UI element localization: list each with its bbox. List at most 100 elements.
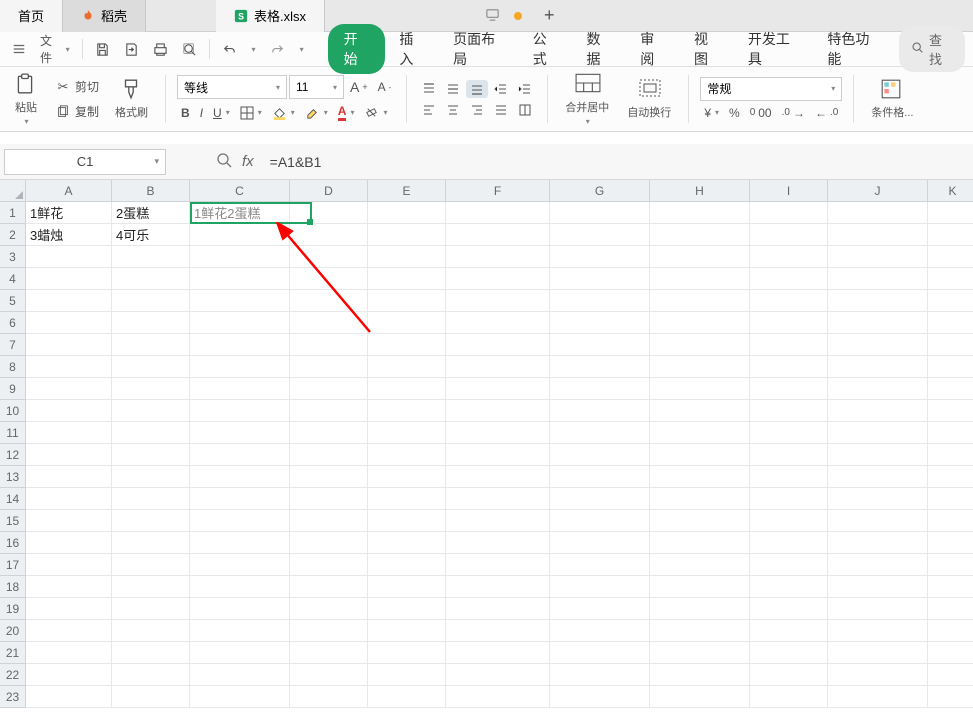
cell-F22[interactable] — [446, 664, 550, 686]
cell-G15[interactable] — [550, 510, 650, 532]
cell-I1[interactable] — [750, 202, 828, 224]
cell-I15[interactable] — [750, 510, 828, 532]
cell-C16[interactable] — [190, 532, 290, 554]
cell-K6[interactable] — [928, 312, 973, 334]
cell-A7[interactable] — [26, 334, 112, 356]
cell-D11[interactable] — [290, 422, 368, 444]
align-center-button[interactable] — [442, 101, 464, 119]
cell-E16[interactable] — [368, 532, 446, 554]
save-button[interactable] — [91, 39, 114, 60]
cell-J9[interactable] — [828, 378, 928, 400]
cell-D8[interactable] — [290, 356, 368, 378]
cell-B7[interactable] — [112, 334, 190, 356]
cell-J20[interactable] — [828, 620, 928, 642]
row-header-10[interactable]: 10 — [0, 400, 26, 422]
cell-I10[interactable] — [750, 400, 828, 422]
cell-J12[interactable] — [828, 444, 928, 466]
cell-E9[interactable] — [368, 378, 446, 400]
cell-H20[interactable] — [650, 620, 750, 642]
cell-F14[interactable] — [446, 488, 550, 510]
row-header-14[interactable]: 14 — [0, 488, 26, 510]
search-box[interactable]: 查找 — [899, 26, 965, 72]
cell-I3[interactable] — [750, 246, 828, 268]
row-header-13[interactable]: 13 — [0, 466, 26, 488]
cell-G18[interactable] — [550, 576, 650, 598]
cell-J23[interactable] — [828, 686, 928, 708]
cell-E12[interactable] — [368, 444, 446, 466]
cell-A13[interactable] — [26, 466, 112, 488]
cell-G10[interactable] — [550, 400, 650, 422]
print-preview-button[interactable] — [178, 39, 201, 60]
cell-F10[interactable] — [446, 400, 550, 422]
cell-J8[interactable] — [828, 356, 928, 378]
cell-G17[interactable] — [550, 554, 650, 576]
highlight-button[interactable]: ▾ — [301, 103, 332, 122]
cell-J17[interactable] — [828, 554, 928, 576]
row-header-16[interactable]: 16 — [0, 532, 26, 554]
column-header-E[interactable]: E — [368, 180, 446, 202]
cell-H9[interactable] — [650, 378, 750, 400]
cell-A17[interactable] — [26, 554, 112, 576]
fill-color-button[interactable]: ▾ — [268, 103, 299, 122]
app-menu-icon[interactable] — [8, 39, 30, 59]
font-size-select[interactable]: 11 ▾ — [289, 75, 344, 99]
cell-H8[interactable] — [650, 356, 750, 378]
cell-K1[interactable] — [928, 202, 973, 224]
cell-F1[interactable] — [446, 202, 550, 224]
cell-C11[interactable] — [190, 422, 290, 444]
cell-A23[interactable] — [26, 686, 112, 708]
currency-button[interactable]: ¥▾ — [700, 104, 723, 122]
cell-H13[interactable] — [650, 466, 750, 488]
cell-D3[interactable] — [290, 246, 368, 268]
column-header-F[interactable]: F — [446, 180, 550, 202]
clear-format-button[interactable]: ▾ — [360, 103, 391, 122]
cell-E1[interactable] — [368, 202, 446, 224]
ribbon-tab-review[interactable]: 审阅 — [626, 24, 680, 74]
cell-K19[interactable] — [928, 598, 973, 620]
cell-A18[interactable] — [26, 576, 112, 598]
cell-K11[interactable] — [928, 422, 973, 444]
merge-button[interactable]: 合并居中▾ — [559, 69, 615, 130]
cell-I17[interactable] — [750, 554, 828, 576]
copy-button[interactable]: 复制 — [50, 101, 103, 123]
number-format-select[interactable]: 常规 ▾ — [700, 77, 842, 101]
cell-G1[interactable] — [550, 202, 650, 224]
name-box[interactable]: C1 ▾ — [4, 149, 166, 175]
cell-K20[interactable] — [928, 620, 973, 642]
cell-J7[interactable] — [828, 334, 928, 356]
print-button[interactable] — [149, 39, 172, 60]
cell-I22[interactable] — [750, 664, 828, 686]
cell-E21[interactable] — [368, 642, 446, 664]
cell-E3[interactable] — [368, 246, 446, 268]
file-menu[interactable]: 文件 ▾ — [36, 29, 74, 69]
cell-G16[interactable] — [550, 532, 650, 554]
cell-H10[interactable] — [650, 400, 750, 422]
cell-I8[interactable] — [750, 356, 828, 378]
align-justify-button[interactable] — [490, 101, 512, 119]
cell-G12[interactable] — [550, 444, 650, 466]
cell-C14[interactable] — [190, 488, 290, 510]
cell-G2[interactable] — [550, 224, 650, 246]
font-color-button[interactable]: A ▾ — [334, 102, 359, 123]
cell-C8[interactable] — [190, 356, 290, 378]
cell-C9[interactable] — [190, 378, 290, 400]
cell-F7[interactable] — [446, 334, 550, 356]
cell-H17[interactable] — [650, 554, 750, 576]
cell-F6[interactable] — [446, 312, 550, 334]
cell-G22[interactable] — [550, 664, 650, 686]
cell-J10[interactable] — [828, 400, 928, 422]
cell-K8[interactable] — [928, 356, 973, 378]
cell-H4[interactable] — [650, 268, 750, 290]
cell-C5[interactable] — [190, 290, 290, 312]
cell-B2[interactable]: 4可乐 — [112, 224, 190, 246]
cell-D20[interactable] — [290, 620, 368, 642]
row-header-11[interactable]: 11 — [0, 422, 26, 444]
cell-K18[interactable] — [928, 576, 973, 598]
column-header-D[interactable]: D — [290, 180, 368, 202]
column-header-C[interactable]: C — [190, 180, 290, 202]
column-header-G[interactable]: G — [550, 180, 650, 202]
cell-D1[interactable] — [290, 202, 368, 224]
cell-J2[interactable] — [828, 224, 928, 246]
cell-F5[interactable] — [446, 290, 550, 312]
cell-J15[interactable] — [828, 510, 928, 532]
